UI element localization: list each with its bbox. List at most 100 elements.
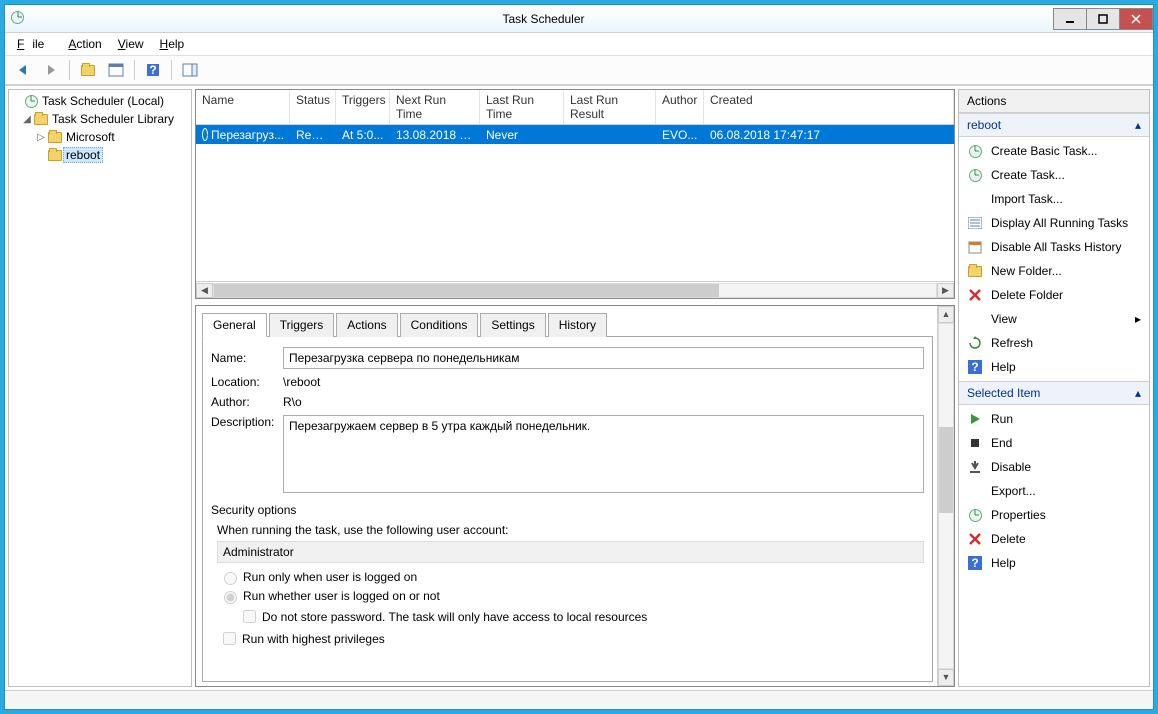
back-button[interactable] [11, 58, 35, 82]
menu-help[interactable]: Help [152, 35, 193, 53]
delete-icon [967, 287, 983, 303]
expand-toggle[interactable]: ▷ [35, 132, 47, 143]
actions-pane: Actions reboot▴ Create Basic Task... Cre… [958, 89, 1150, 687]
action-pane-button[interactable] [178, 58, 202, 82]
expand-toggle[interactable]: ◢ [21, 114, 33, 125]
col-lastresult[interactable]: Last Run Result [564, 90, 656, 124]
col-status[interactable]: Status [290, 90, 336, 124]
delete-icon [967, 531, 983, 547]
menu-view[interactable]: View [110, 35, 152, 53]
action-help-2[interactable]: ?Help [959, 551, 1149, 575]
col-triggers[interactable]: Triggers [336, 90, 390, 124]
radio-whether [224, 591, 237, 604]
col-name[interactable]: Name [196, 90, 290, 124]
action-properties[interactable]: Properties [959, 503, 1149, 527]
action-refresh[interactable]: Refresh [959, 331, 1149, 355]
blank-icon [967, 191, 983, 207]
toggle-pane-button[interactable] [104, 58, 128, 82]
svg-text:?: ? [149, 63, 156, 77]
col-created[interactable]: Created [704, 90, 954, 124]
tab-conditions[interactable]: Conditions [400, 313, 479, 337]
col-nextrun[interactable]: Next Run Time [390, 90, 480, 124]
tab-general[interactable]: General [202, 313, 267, 337]
scroll-left-icon[interactable]: ◀ [196, 283, 213, 298]
folder-icon [47, 147, 63, 163]
blank-icon [967, 311, 983, 327]
toolbar: ? [5, 55, 1153, 85]
actions-section-selected[interactable]: Selected Item▴ [959, 381, 1149, 405]
submenu-arrow-icon: ▸ [1135, 312, 1141, 326]
action-display-running[interactable]: Display All Running Tasks [959, 211, 1149, 235]
task-properties-pane: General Triggers Actions Conditions Sett… [195, 305, 955, 687]
task-icon [202, 128, 208, 141]
tree-pane[interactable]: Task Scheduler (Local) ◢ Task Scheduler L… [8, 89, 192, 687]
stop-icon [967, 435, 983, 451]
task-scheduler-window: Task Scheduler File Action View Help ? T… [4, 4, 1154, 710]
action-disable-history[interactable]: Disable All Tasks History [959, 235, 1149, 259]
svg-text:?: ? [971, 556, 978, 570]
col-author[interactable]: Author [656, 90, 704, 124]
task-row[interactable]: Перезагруз... Ready At 5:0... 13.08.2018… [196, 125, 954, 144]
tree-reboot[interactable]: reboot [63, 147, 103, 163]
action-new-folder[interactable]: New Folder... [959, 259, 1149, 283]
action-create-basic-task[interactable]: Create Basic Task... [959, 139, 1149, 163]
folder-icon [33, 111, 49, 127]
folder-icon [967, 263, 983, 279]
tree-microsoft[interactable]: Microsoft [63, 129, 118, 145]
action-end[interactable]: End [959, 431, 1149, 455]
help-button[interactable]: ? [141, 58, 165, 82]
security-text: When running the task, use the following… [217, 523, 924, 537]
menu-action[interactable]: Action [60, 35, 109, 53]
minimize-button[interactable] [1053, 8, 1087, 30]
action-create-task[interactable]: Create Task... [959, 163, 1149, 187]
action-run[interactable]: Run [959, 407, 1149, 431]
scroll-right-icon[interactable]: ▶ [937, 283, 954, 298]
wizard-icon [967, 143, 983, 159]
svg-text:?: ? [971, 360, 978, 374]
collapse-icon: ▴ [1135, 118, 1141, 132]
description-field[interactable]: Перезагружаем сервер в 5 утра каждый пон… [283, 415, 924, 493]
actions-section-reboot[interactable]: reboot▴ [959, 113, 1149, 137]
action-disable[interactable]: Disable [959, 455, 1149, 479]
close-button[interactable] [1119, 8, 1153, 30]
tab-settings[interactable]: Settings [480, 313, 545, 337]
vertical-scrollbar[interactable]: ▲ ▼ [937, 306, 954, 686]
tree-library[interactable]: Task Scheduler Library [49, 111, 177, 127]
scroll-up-icon[interactable]: ▲ [938, 306, 954, 323]
action-delete[interactable]: Delete [959, 527, 1149, 551]
tab-triggers[interactable]: Triggers [269, 313, 335, 337]
tab-actions[interactable]: Actions [336, 313, 397, 337]
scroll-thumb[interactable] [214, 284, 719, 297]
collapse-icon: ▴ [1135, 386, 1141, 400]
action-help[interactable]: ?Help [959, 355, 1149, 379]
name-field[interactable]: Перезагрузка сервера по понедельникам [283, 347, 924, 369]
tab-history[interactable]: History [548, 313, 607, 337]
history-icon [967, 239, 983, 255]
col-lastrun[interactable]: Last Run Time [480, 90, 564, 124]
task-icon [967, 167, 983, 183]
tree-root[interactable]: Task Scheduler (Local) [39, 93, 167, 109]
action-delete-folder[interactable]: Delete Folder [959, 283, 1149, 307]
horizontal-scrollbar[interactable]: ◀ ▶ [196, 281, 954, 298]
radio-loggedon [224, 572, 237, 585]
author-label: Author: [211, 395, 283, 409]
blank-icon [967, 483, 983, 499]
scroll-down-icon[interactable]: ▼ [938, 669, 954, 686]
action-export[interactable]: Export... [959, 479, 1149, 503]
forward-button[interactable] [39, 58, 63, 82]
statusbar [5, 690, 1153, 709]
up-button[interactable] [76, 58, 100, 82]
action-import-task[interactable]: Import Task... [959, 187, 1149, 211]
menu-file[interactable]: File [9, 35, 60, 53]
scroll-thumb[interactable] [939, 427, 953, 513]
name-label: Name: [211, 351, 283, 365]
refresh-icon [967, 335, 983, 351]
author-value: R\o [283, 395, 924, 409]
list-icon [967, 215, 983, 231]
menubar: File Action View Help [5, 33, 1153, 55]
action-view[interactable]: View▸ [959, 307, 1149, 331]
disable-icon [967, 459, 983, 475]
location-label: Location: [211, 375, 283, 389]
grid-header: Name Status Triggers Next Run Time Last … [196, 90, 954, 125]
maximize-button[interactable] [1086, 8, 1120, 30]
